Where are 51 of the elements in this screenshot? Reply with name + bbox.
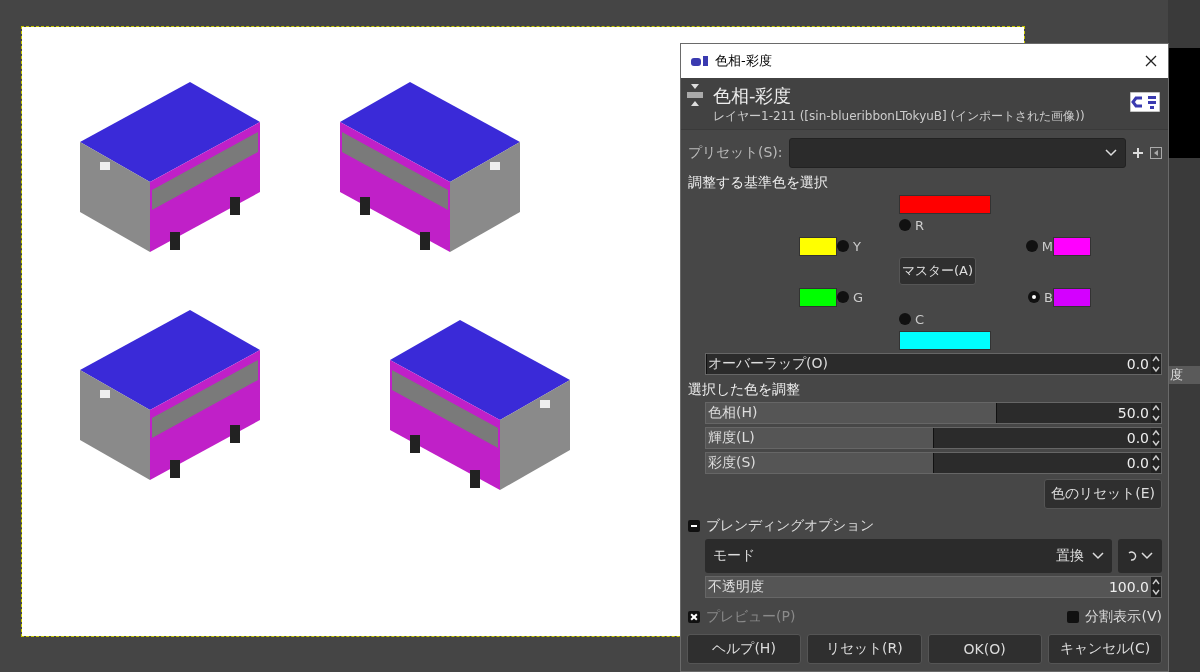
spin-arrows-icon[interactable] — [1151, 577, 1161, 597]
app-icon — [691, 54, 709, 68]
radio-button[interactable] — [899, 313, 911, 325]
dialog-heading: 色相-彩度 — [713, 84, 793, 108]
filter-icon — [685, 84, 705, 106]
dialog-button[interactable]: ヘルプ(H) — [687, 634, 802, 664]
opacity-spinbox[interactable]: 不透明度 100.0 — [705, 576, 1162, 598]
window-title: 色相-彩度 — [715, 52, 773, 70]
slider-spinbox[interactable]: 彩度(S) 0.0 — [705, 452, 1162, 474]
radio-button[interactable] — [837, 291, 849, 303]
radio-button[interactable] — [837, 240, 849, 252]
gimp-logo-icon — [1130, 92, 1160, 112]
spin-arrows-icon[interactable] — [1151, 354, 1161, 374]
radio-label: M — [1041, 238, 1053, 254]
dialog-button[interactable]: キャンセル(C) — [1047, 634, 1162, 664]
radio-label: C — [915, 311, 925, 327]
section-heading: ブレンディングオプション — [706, 517, 874, 535]
slider-spinbox[interactable]: 輝度(L) 0.0 — [705, 427, 1162, 449]
radio-label: B — [1044, 289, 1053, 305]
checkbox[interactable] — [1067, 611, 1080, 623]
checkbox[interactable] — [688, 611, 700, 623]
slider-spinbox[interactable]: 色相(H) 50.0 — [705, 402, 1162, 424]
section-heading: 調整する基準色を選択 — [688, 174, 829, 192]
plus-icon[interactable] — [1132, 147, 1144, 159]
chevron-down-icon — [1092, 552, 1104, 560]
radio-label: G — [853, 289, 864, 305]
radio-button[interactable] — [1025, 240, 1038, 252]
checkbox-label: プレビュー(P) — [706, 608, 796, 626]
radio-button[interactable] — [899, 219, 911, 231]
close-icon[interactable] — [1144, 54, 1158, 68]
dialog-button[interactable]: OK(O) — [927, 634, 1042, 664]
checkbox-label: 分割表示(V) — [1085, 608, 1162, 626]
spin-arrows-icon[interactable] — [1151, 453, 1161, 473]
dialog-button[interactable]: リセット(R) — [807, 634, 922, 664]
radio-label: R — [915, 217, 925, 233]
collapse-icon[interactable] — [688, 520, 700, 532]
radio-button[interactable] — [1028, 291, 1041, 303]
reset-colors-button[interactable]: 色のリセット(E) — [1044, 479, 1162, 509]
section-heading: 選択した色を調整 — [688, 381, 801, 399]
layer-subtitle: レイヤー1-211 ([sin-blueribbonLTokyuB] (インポートされた画像)) — [713, 108, 1086, 125]
spin-arrows-icon[interactable] — [1151, 428, 1161, 448]
master-button[interactable]: マスター(A) — [899, 257, 977, 285]
chevron-down-icon — [1105, 149, 1117, 157]
presets-label: プリセット(S): — [688, 144, 783, 162]
composite-dropdown[interactable] — [1118, 539, 1162, 573]
spin-arrows-icon[interactable] — [1151, 403, 1161, 423]
mode-dropdown[interactable]: モード 置換 — [705, 539, 1112, 573]
radio-label: Y — [853, 238, 861, 254]
dock-tab[interactable]: 度 — [1168, 366, 1200, 384]
composite-mode-icon — [1126, 550, 1154, 562]
overlap-spinbox[interactable]: オーバーラップ(O) 0.0 — [705, 353, 1162, 375]
